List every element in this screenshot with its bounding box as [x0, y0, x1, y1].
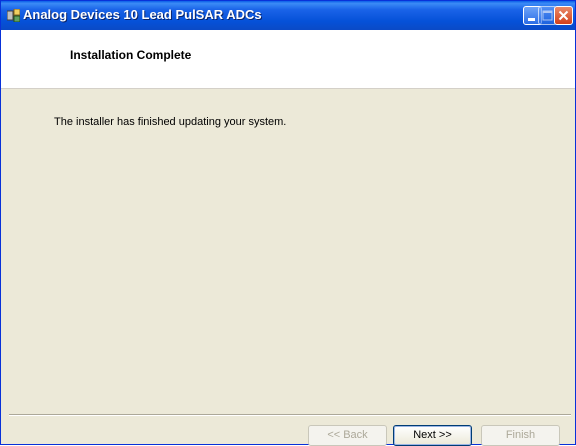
- completion-message: The installer has finished updating your…: [54, 116, 287, 128]
- close-icon: [558, 10, 569, 21]
- installer-window: Analog Devices 10 Lead PulSAR ADCs Insta…: [0, 0, 576, 446]
- back-button[interactable]: << Back: [308, 425, 387, 446]
- page-title: Installation Complete: [70, 48, 192, 62]
- installer-icon: [6, 8, 21, 23]
- next-button[interactable]: Next >>: [393, 425, 472, 446]
- title-bar[interactable]: Analog Devices 10 Lead PulSAR ADCs: [1, 1, 575, 30]
- wizard-header: Installation Complete: [1, 30, 575, 89]
- finish-button[interactable]: Finish: [481, 425, 560, 446]
- window-title: Analog Devices 10 Lead PulSAR ADCs: [23, 7, 262, 22]
- close-button[interactable]: [554, 6, 573, 25]
- footer-divider-highlight: [9, 415, 571, 416]
